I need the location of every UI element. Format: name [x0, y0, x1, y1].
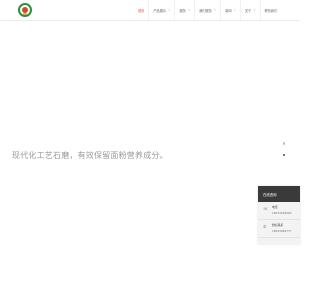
nav-item-label: 服务 — [179, 8, 186, 13]
phone-icon: ☏ — [263, 206, 269, 211]
contact-phone-value: 18033208365 — [272, 211, 292, 215]
nav-item-label: 产品展示 — [153, 8, 167, 13]
contact-phone-label: 电话 — [272, 205, 278, 209]
contact-wechat[interactable]: ✆ 微信联系 18093966777 — [258, 220, 300, 238]
nav-item-contact[interactable]: 联系我们 — [259, 0, 282, 20]
contact-wechat-value: 18093966777 — [272, 229, 292, 233]
chevron-down-icon: ▽ — [253, 8, 256, 12]
nav-item-label: 新闻 — [225, 8, 232, 13]
contact-wechat-label: 微信联系 — [272, 223, 284, 227]
chevron-down-icon: ▽ — [213, 8, 217, 12]
chevron-down-icon: ▽ — [168, 8, 171, 12]
nav-item-news[interactable]: 新闻 ▽ — [220, 0, 240, 20]
hero-slogan: 现代化工艺石磨，有效保留面粉营养成分。 — [12, 151, 168, 160]
nav-item-products[interactable]: 产品展示 ▽ — [148, 0, 174, 20]
company-logo[interactable] — [18, 3, 32, 17]
site-header: 首页 产品展示 ▽ 服务 ▽ 我们服务 ▽ 新闻 ▽ 关于 ▽ 联系我们 — [0, 0, 300, 21]
contact-panel: 在线咨询 ☏ 电话 18033208365 ✆ 微信联系 18093966777 — [258, 186, 300, 244]
nav-item-label: 关于 — [244, 8, 252, 13]
wechat-icon: ✆ — [263, 224, 267, 229]
nav-item-home[interactable]: 首页 — [134, 0, 148, 20]
nav-item-service[interactable]: 服务 ▽ — [174, 0, 194, 20]
nav-item-label: 首页 — [138, 8, 145, 13]
carousel-dot[interactable] — [282, 142, 286, 145]
nav-item-about[interactable]: 关于 ▽ — [239, 0, 260, 20]
chevron-down-icon: ▽ — [233, 8, 236, 12]
carousel-pagination — [282, 142, 286, 156]
nav-item-our-services[interactable]: 我们服务 ▽ — [194, 0, 220, 20]
contact-panel-title[interactable]: 在线咨询 — [258, 186, 300, 202]
main-nav: 首页 产品展示 ▽ 服务 ▽ 我们服务 ▽ 新闻 ▽ 关于 ▽ 联系我们 — [134, 0, 281, 20]
nav-item-label: 我们服务 — [199, 8, 212, 13]
contact-phone[interactable]: ☏ 电话 18033208365 — [258, 202, 300, 220]
carousel-dot-active[interactable] — [282, 153, 286, 156]
chevron-down-icon: ▽ — [187, 8, 191, 12]
nav-item-label: 联系我们 — [264, 8, 278, 13]
